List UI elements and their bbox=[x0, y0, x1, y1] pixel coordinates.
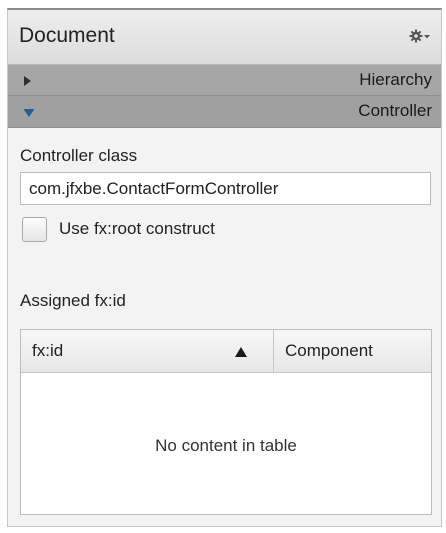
empty-table-message: No content in table bbox=[155, 436, 297, 455]
panel-title: Document bbox=[19, 24, 115, 47]
fx-root-construct-checkbox[interactable] bbox=[22, 217, 47, 242]
fx-root-construct-label: Use fx:root construct bbox=[59, 219, 215, 238]
assigned-fxid-label: Assigned fx:id bbox=[20, 291, 126, 310]
controller-class-input[interactable] bbox=[20, 172, 431, 205]
table-header: fx:id Component bbox=[21, 330, 431, 373]
sort-ascending-icon bbox=[234, 345, 248, 363]
controller-section-header[interactable]: Controller bbox=[8, 96, 441, 128]
controller-class-label: Controller class bbox=[20, 146, 138, 165]
controller-section-content: Controller class Use fx:root construct A… bbox=[8, 128, 441, 526]
chevron-down-icon bbox=[23, 105, 35, 123]
controller-section-label: Controller bbox=[358, 101, 432, 120]
hierarchy-section-header[interactable]: Hierarchy bbox=[8, 65, 441, 96]
document-panel: Document Hierarchy Controller Controller… bbox=[7, 8, 442, 527]
hierarchy-section-label: Hierarchy bbox=[359, 70, 432, 89]
gear-icon[interactable] bbox=[409, 28, 431, 44]
assigned-fxid-table: fx:id Component No content in table bbox=[20, 329, 432, 515]
column-header-component[interactable]: Component bbox=[274, 330, 431, 372]
column-header-fxid[interactable]: fx:id bbox=[21, 330, 274, 372]
column-header-fxid-label: fx:id bbox=[32, 341, 64, 360]
panel-header: Document bbox=[8, 10, 441, 65]
chevron-right-icon bbox=[23, 74, 33, 92]
column-header-component-label: Component bbox=[285, 341, 373, 360]
